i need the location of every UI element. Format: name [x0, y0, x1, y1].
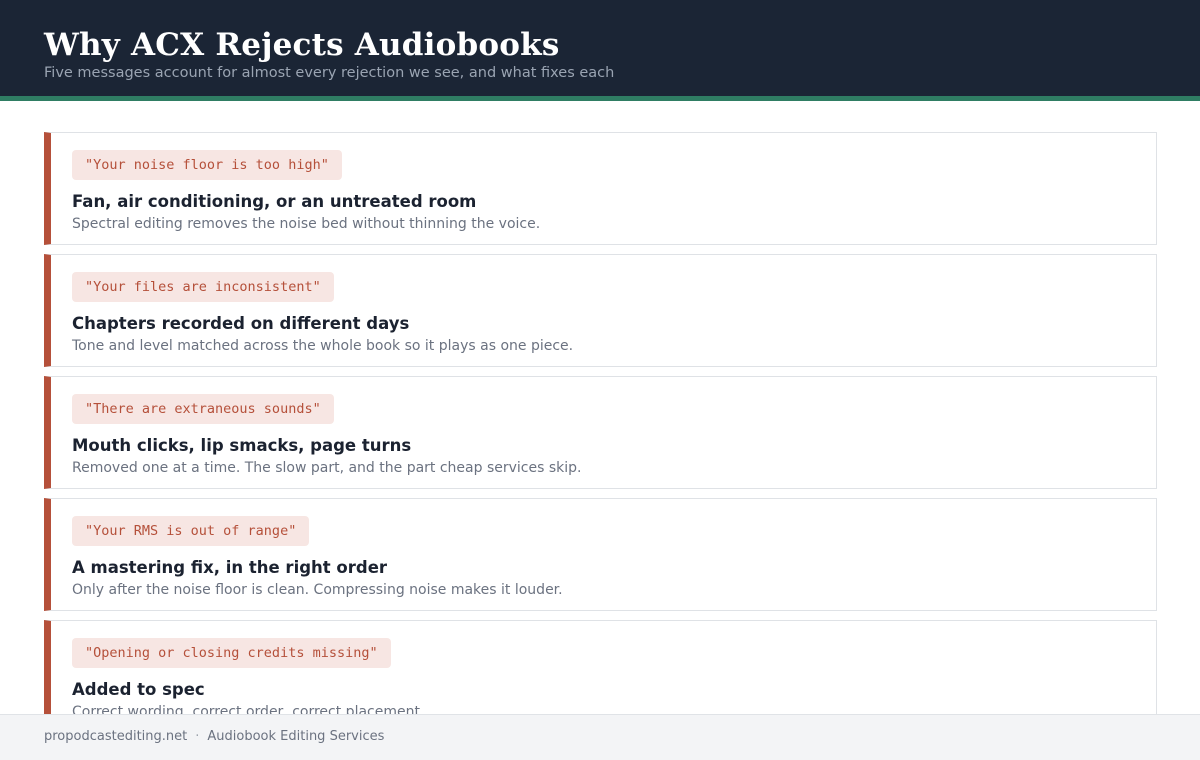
footer-text: propodcastediting.net · Audiobook Editing … — [44, 728, 384, 746]
rejection-list: "Your noise floor is too high" Fan, air … — [44, 132, 1157, 742]
rejection-fix: Only after the noise floor is clean. Com… — [72, 582, 563, 598]
rejection-cause: Added to spec — [72, 680, 205, 699]
rejection-card: "Your noise floor is too high" Fan, air … — [44, 132, 1157, 245]
rejection-card: "Your files are inconsistent" Chapters r… — [44, 254, 1157, 367]
rejection-message-badge: "Your noise floor is too high" — [72, 150, 342, 180]
footer-service-label: Audiobook Editing Services — [207, 729, 385, 744]
rejection-cause: Fan, air conditioning, or an untreated r… — [72, 192, 477, 211]
page-header: Why ACX Rejects Audiobooks Five messages… — [0, 0, 1200, 101]
rejection-message-badge: "There are extraneous sounds" — [72, 394, 334, 424]
page-footer: propodcastediting.net · Audiobook Editing … — [0, 714, 1200, 760]
rejection-message-badge: "Your RMS is out of range" — [72, 516, 310, 546]
rejection-cause: A mastering fix, in the right order — [72, 558, 388, 577]
rejection-message-badge: "Opening or closing credits missing" — [72, 638, 391, 668]
rejection-card: "Your RMS is out of range" A mastering f… — [44, 498, 1157, 611]
footer-separator: · — [195, 729, 200, 744]
rejection-cause: Chapters recorded on different days — [72, 314, 410, 333]
footer-site-link[interactable]: propodcastediting.net — [44, 729, 187, 744]
rejection-card: "There are extraneous sounds" Mouth clic… — [44, 376, 1157, 489]
rejection-fix: Tone and level matched across the whole … — [72, 338, 574, 354]
rejection-cause: Mouth clicks, lip smacks, page turns — [72, 436, 412, 455]
rejection-fix: Spectral editing removes the noise bed w… — [72, 216, 541, 232]
page-subtitle: Five messages account for almost every r… — [44, 65, 615, 81]
rejection-message-badge: "Your files are inconsistent" — [72, 272, 334, 302]
rejection-fix: Removed one at a time. The slow part, an… — [72, 460, 582, 476]
page-title: Why ACX Rejects Audiobooks — [44, 27, 560, 63]
